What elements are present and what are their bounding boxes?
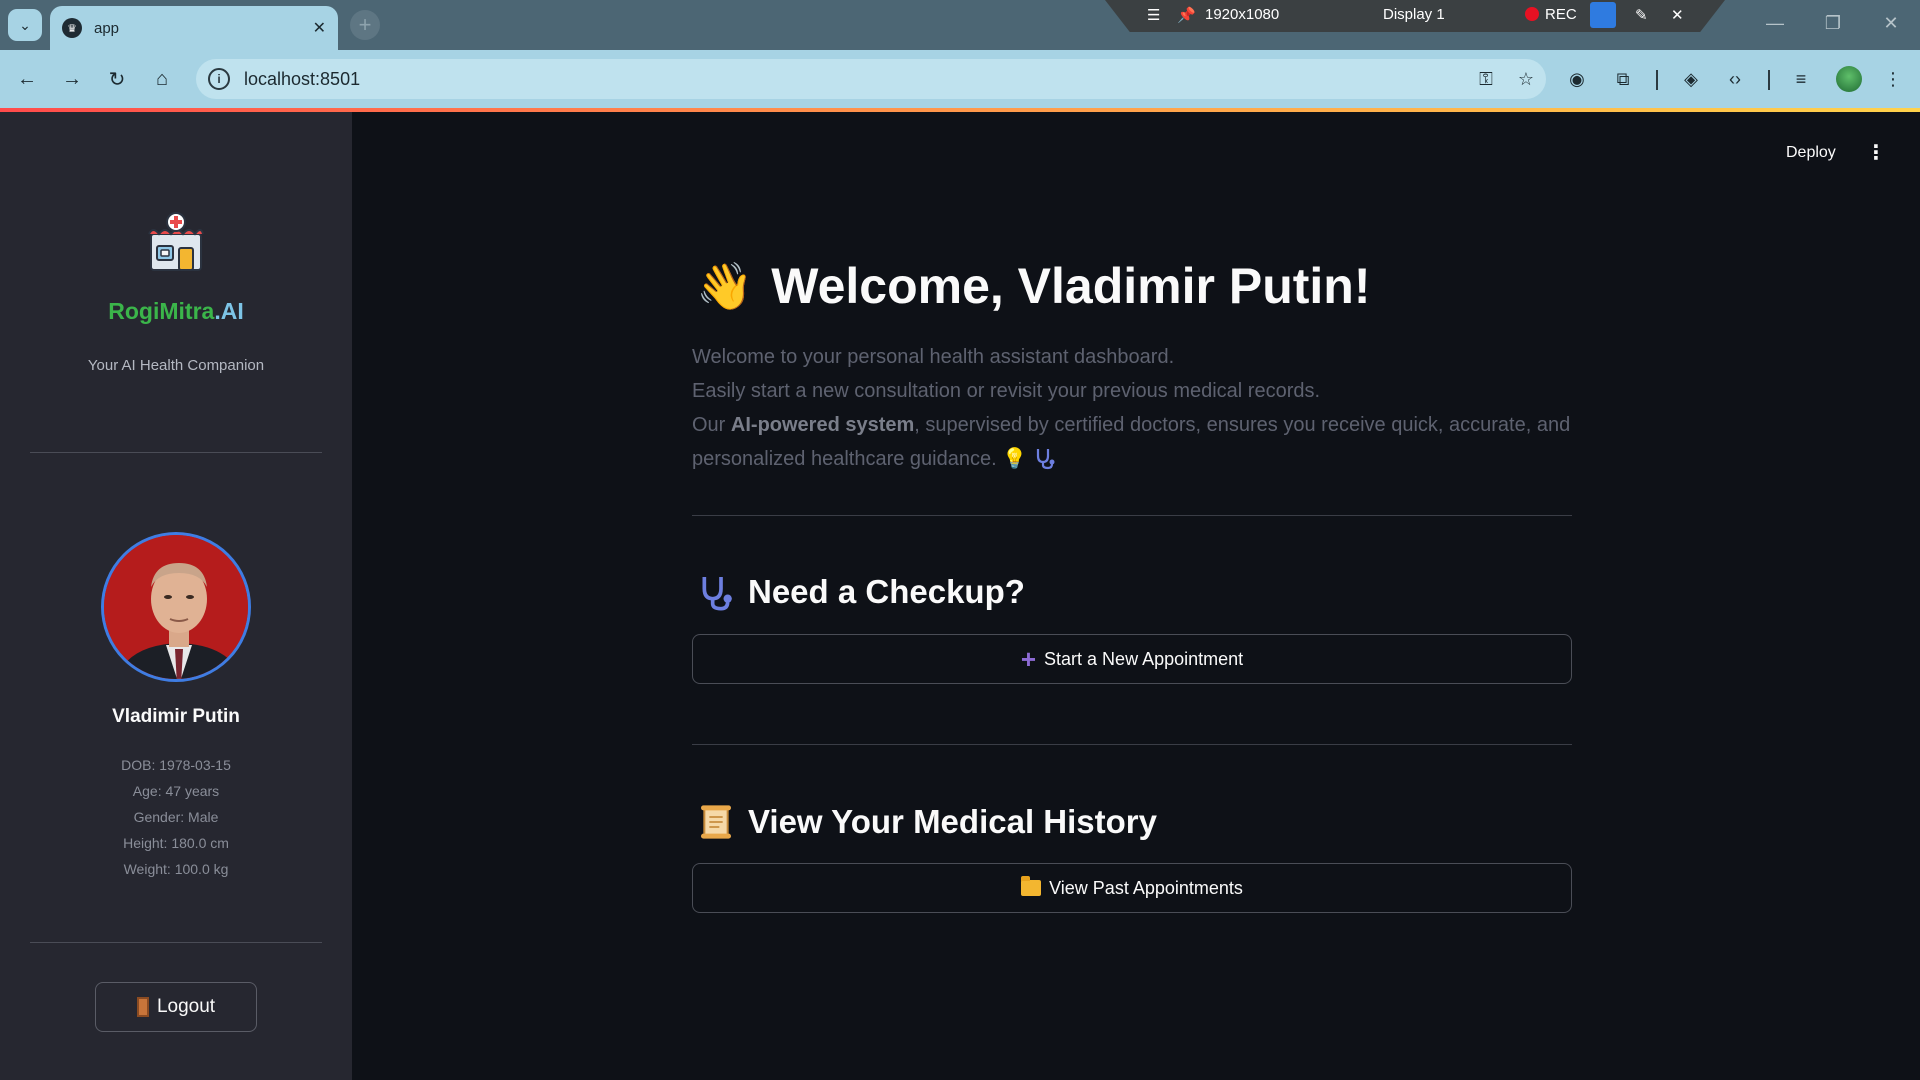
media-queue-icon[interactable]: ≡ [1786,64,1816,94]
stethoscope-icon [702,577,732,611]
close-window-icon[interactable]: ✕ [1862,0,1920,46]
checkup-heading: Need a Checkup? [696,572,1025,612]
waving-hand-icon: 👋 [696,259,754,312]
intro-line-1: Welcome to your personal health assistan… [692,346,1175,368]
profile-avatar[interactable] [1836,66,1862,92]
brand-name: RogiMitra.AI [0,298,352,325]
forward-icon[interactable]: → [57,64,87,94]
home-icon[interactable]: ⌂ [147,64,177,94]
main-content: Deploy ⋮ 👋 Welcome, Vladimir Putin! Welc… [352,112,1920,1080]
sidebar: RogiMitra.AI Your AI Health Companion Vl… [0,112,352,1080]
logout-button[interactable]: Logout [95,982,257,1032]
start-appointment-label: Start a New Appointment [1044,648,1244,669]
sidebar-divider [30,942,322,943]
view-past-appointments-label: View Past Appointments [1049,877,1243,898]
url-text[interactable]: localhost:8501 [244,69,1466,90]
section-divider [692,515,1572,516]
user-name: Vladimir Putin [112,706,240,727]
clinic-logo-icon [148,212,204,271]
start-appointment-button[interactable]: + Start a New Appointment [692,634,1572,684]
toolbar-separator [1768,70,1770,90]
browser-toolbar: ← → ↻ ⌂ i localhost:8501 ⚿ ☆ ◉ ⧉ ◈ ‹› ≡ … [0,50,1920,108]
window-controls: — ❐ ✕ [1746,0,1920,46]
section-divider [692,744,1572,745]
lightbulb-icon: 💡 [1002,448,1028,470]
pin-icon[interactable]: 📌 [1177,6,1196,24]
user-avatar [101,532,251,682]
plus-icon: + [1020,643,1037,674]
door-icon [136,997,149,1017]
back-icon[interactable]: ← [12,64,42,94]
pen-icon[interactable]: ✎ [1635,6,1648,24]
app-menu-icon[interactable]: ⋮ [1866,140,1886,165]
camera-icon[interactable] [1590,2,1616,28]
intro-text: Welcome to your personal health assistan… [692,340,1592,476]
history-heading: View Your Medical History [696,802,1157,842]
recorder-display[interactable]: Display 1 [1383,6,1445,23]
user-height: Height: 180.0 cm [123,835,229,851]
intro-line-2: Easily start a new consultation or revis… [692,380,1321,402]
key-icon[interactable]: ⚿ [1466,69,1506,90]
sidebar-divider [30,452,322,453]
user-age: Age: 47 years [132,783,220,799]
user-gender: Gender: Male [133,809,219,825]
browser-menu-icon[interactable]: ⋮ [1878,64,1908,94]
user-dob: DOB: 1978-03-15 [121,757,231,773]
history-title: View Your Medical History [748,803,1157,840]
welcome-title: Welcome, Vladimir Putin! [771,258,1371,314]
site-info-icon[interactable]: i [208,68,230,90]
brand-part1: RogiMitra [108,298,215,324]
recorder-resolution: 1920x1080 [1205,6,1280,23]
portrait-image [104,535,248,679]
deploy-button[interactable]: Deploy [1786,144,1836,162]
browser-tab[interactable]: ♛ app ✕ [50,6,338,50]
star-icon[interactable]: ☆ [1506,69,1546,90]
view-past-appointments-button[interactable]: View Past Appointments [692,863,1572,913]
tab-title: app [94,19,120,37]
menu-icon[interactable]: ☰ [1147,6,1160,24]
extensions-icon[interactable]: ⧉ [1608,64,1638,94]
close-icon[interactable]: ✕ [313,18,326,38]
incognito-icon[interactable]: ◉ [1562,64,1592,94]
crown-icon: ♛ [62,18,82,38]
chevron-down-icon: ⌄ [19,16,31,33]
minimize-icon[interactable]: — [1746,0,1804,46]
stethoscope-icon [1036,449,1055,470]
user-details: DOB: 1978-03-15 Age: 47 years Gender: Ma… [0,752,352,882]
checkup-title: Need a Checkup? [748,573,1025,610]
tagline: Your AI Health Companion [87,357,265,374]
intro-line-3: Our AI-powered system, supervised by cer… [692,414,1571,470]
browser-tabstrip: ⌄ ♛ app ✕ + ☰ 📌 1920x1080 Display 1 REC … [0,0,1920,50]
code-icon[interactable]: ‹› [1720,64,1750,94]
rec-indicator[interactable]: REC [1525,6,1577,23]
close-icon[interactable]: ✕ [1671,6,1684,24]
address-bar[interactable]: i localhost:8501 ⚿ ☆ [196,59,1546,99]
reload-icon[interactable]: ↻ [102,64,132,94]
page-title: 👋 Welcome, Vladimir Putin! [696,257,1370,315]
folder-icon [1021,876,1042,896]
restore-icon[interactable]: ❐ [1804,0,1862,46]
brand-part2: .AI [214,298,244,324]
screen-recorder-bar: ☰ 📌 1920x1080 Display 1 REC ✎ ✕ [1105,0,1725,32]
spy-icon[interactable]: ◈ [1676,64,1706,94]
new-tab-button[interactable]: + [350,10,380,40]
logout-label: Logout [156,996,216,1017]
scroll-icon [701,805,731,839]
toolbar-separator [1656,70,1658,90]
record-icon [1525,7,1539,21]
user-weight: Weight: 100.0 kg [123,861,229,877]
tab-search-button[interactable]: ⌄ [8,9,42,41]
